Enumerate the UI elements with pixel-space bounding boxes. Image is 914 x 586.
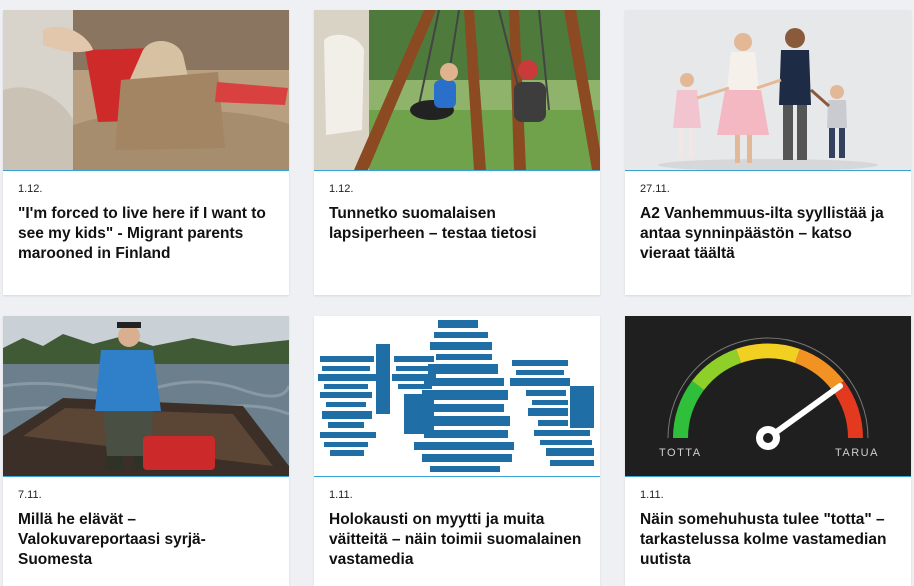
article-card[interactable]: 1.12. "I'm forced to live here if I want… bbox=[3, 10, 289, 295]
article-date: 1.12. bbox=[329, 183, 354, 195]
thumbnail-divider bbox=[625, 170, 911, 171]
thumbnail-divider bbox=[625, 476, 911, 477]
article-title[interactable]: "I'm forced to live here if I want to se… bbox=[18, 204, 277, 264]
article-title[interactable]: Näin somehuhusta tulee "totta" – tarkast… bbox=[640, 510, 899, 570]
article-thumbnail[interactable] bbox=[625, 10, 911, 170]
article-grid: 1.12. "I'm forced to live here if I want… bbox=[0, 0, 914, 586]
boat-photo bbox=[3, 316, 289, 476]
thumbnail-divider bbox=[314, 170, 600, 171]
article-title[interactable]: A2 Vanhemmuus-ilta syyllistää ja antaa s… bbox=[640, 204, 899, 264]
family-photo bbox=[625, 10, 911, 170]
thumbnail-divider bbox=[3, 170, 289, 171]
article-card[interactable]: TOTTA TARUA 1.11. Näin somehuhusta tulee… bbox=[625, 316, 911, 586]
article-thumbnail[interactable]: TOTTA TARUA bbox=[625, 316, 911, 476]
article-date: 27.11. bbox=[640, 183, 670, 195]
article-card[interactable]: 1.11. Holokausti on myytti ja muita väit… bbox=[314, 316, 600, 586]
article-card[interactable]: 1.12. Tunnetko suomalaisen lapsiperheen … bbox=[314, 10, 600, 295]
article-thumbnail[interactable] bbox=[3, 316, 289, 476]
article-thumbnail[interactable] bbox=[3, 10, 289, 170]
article-title[interactable]: Millä he elävät – Valokuvareportaasi syr… bbox=[18, 510, 277, 570]
swing-photo bbox=[314, 10, 600, 170]
article-date: 1.11. bbox=[329, 489, 353, 501]
sandcastle-photo bbox=[3, 10, 289, 170]
article-date: 1.12. bbox=[18, 183, 43, 195]
meter-right-label: TARUA bbox=[835, 447, 879, 459]
thumbnail-divider bbox=[314, 476, 600, 477]
meter-left-label: TOTTA bbox=[659, 447, 702, 459]
truth-meter-image: TOTTA TARUA bbox=[625, 316, 911, 476]
article-thumbnail[interactable] bbox=[314, 316, 600, 476]
wordcloud-image bbox=[314, 316, 600, 476]
article-thumbnail[interactable] bbox=[314, 10, 600, 170]
article-date: 7.11. bbox=[18, 489, 42, 501]
article-date: 1.11. bbox=[640, 489, 664, 501]
article-title[interactable]: Tunnetko suomalaisen lapsiperheen – test… bbox=[329, 204, 588, 244]
thumbnail-divider bbox=[3, 476, 289, 477]
article-card[interactable]: 27.11. A2 Vanhemmuus-ilta syyllistää ja … bbox=[625, 10, 911, 295]
article-title[interactable]: Holokausti on myytti ja muita väitteitä … bbox=[329, 510, 588, 570]
article-card[interactable]: 7.11. Millä he elävät – Valokuvareportaa… bbox=[3, 316, 289, 586]
